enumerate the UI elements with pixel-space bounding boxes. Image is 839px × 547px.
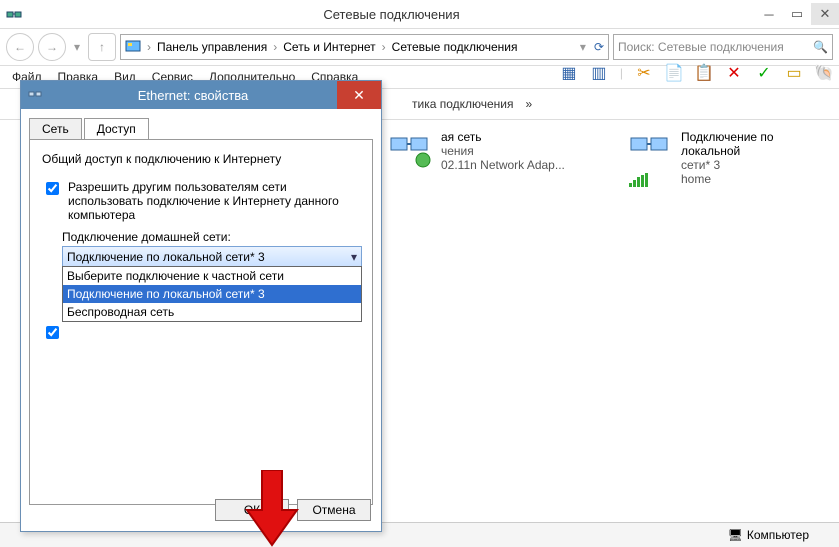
dialog-titlebar[interactable]: Ethernet: свойства ✕	[21, 81, 381, 109]
cut-icon[interactable]: ✂	[635, 64, 653, 82]
dialog-title: Ethernet: свойства	[49, 88, 337, 103]
view-icon[interactable]: ▥	[590, 64, 608, 82]
copy-icon[interactable]: 📄	[665, 64, 683, 82]
computer-icon: 🖥	[728, 528, 743, 542]
address-bar: ← → ▾ ↑ › Панель управления › Сеть и Инт…	[0, 29, 839, 66]
home-connection-combo[interactable]: Подключение по локальной сети* 3 ▾ Выбер…	[62, 246, 362, 268]
window-title: Сетевые подключения	[28, 7, 755, 22]
dialog-icon	[21, 88, 49, 102]
shell-icon[interactable]: 🐚	[815, 64, 833, 82]
combo-dropdown-list: Выберите подключение к частной сети Подк…	[62, 266, 362, 322]
combo-option[interactable]: Выберите подключение к частной сети	[63, 267, 361, 285]
network-icon	[389, 130, 433, 170]
secondary-checkbox[interactable]	[42, 324, 360, 342]
breadcrumb-dropdown[interactable]: ▾	[576, 34, 590, 60]
maximize-button[interactable]: ▭	[783, 3, 811, 25]
allow-sharing-checkbox[interactable]: Разрешить другим пользователям сети испо…	[42, 180, 360, 222]
section-heading: Общий доступ к подключению к Интернету	[42, 152, 360, 166]
control-panel-icon	[125, 38, 141, 57]
history-dropdown[interactable]: ▾	[70, 34, 84, 60]
connection-item[interactable]: Подключение по локальной сети* 3 home	[629, 130, 829, 490]
combo-option[interactable]: Беспроводная сеть	[63, 303, 361, 321]
close-button[interactable]: ✕	[811, 3, 839, 25]
minimize-button[interactable]: ─	[755, 3, 783, 25]
tab-network[interactable]: Сеть	[29, 118, 82, 140]
checkbox-input[interactable]	[46, 182, 59, 195]
more-commands[interactable]: »	[526, 97, 533, 111]
forward-button[interactable]: →	[38, 33, 66, 61]
dialog-close-button[interactable]: ✕	[337, 81, 381, 109]
home-connection-label: Подключение домашней сети:	[62, 230, 360, 244]
properties-icon[interactable]: ▭	[785, 64, 803, 82]
back-button[interactable]: ←	[6, 33, 34, 61]
network-icon	[629, 130, 673, 170]
paste-icon[interactable]: 📋	[695, 64, 713, 82]
cancel-button[interactable]: Отмена	[297, 499, 371, 521]
search-icon[interactable]: 🔍	[813, 40, 828, 54]
search-input[interactable]: Поиск: Сетевые подключения 🔍	[613, 34, 833, 60]
breadcrumb-seg[interactable]: Панель управления	[157, 40, 267, 54]
toolbar: ▦ ▥ | ✂ 📄 📋 ✕ ✓ ▭ 🐚	[560, 62, 833, 84]
tab-panel: Общий доступ к подключению к Интернету Р…	[29, 139, 373, 505]
combo-option[interactable]: Подключение по локальной сети* 3	[63, 285, 361, 303]
rename-icon[interactable]: ✓	[755, 64, 773, 82]
diagnose-link[interactable]: тика подключения	[412, 97, 514, 111]
window-titlebar: Сетевые подключения ─ ▭ ✕	[0, 0, 839, 29]
signal-icon	[629, 173, 648, 187]
chevron-down-icon[interactable]: ▾	[351, 250, 357, 264]
breadcrumb-seg[interactable]: Сетевые подключения	[392, 40, 518, 54]
search-placeholder: Поиск: Сетевые подключения	[618, 40, 809, 54]
properties-dialog: Ethernet: свойства ✕ Сеть Доступ Общий д…	[20, 80, 382, 532]
organize-icon[interactable]: ▦	[560, 64, 578, 82]
refresh-icon[interactable]: ⟳	[594, 40, 604, 54]
tab-access[interactable]: Доступ	[84, 118, 149, 140]
status-label: Компьютер	[747, 528, 809, 542]
up-button[interactable]: ↑	[88, 33, 116, 61]
connection-item[interactable]: ая сеть чения 02.11n Network Adap...	[389, 130, 589, 490]
checkbox-input[interactable]	[46, 326, 59, 339]
window-icon	[6, 6, 22, 22]
ok-button[interactable]: ОК	[215, 499, 289, 521]
breadcrumb[interactable]: › Панель управления › Сеть и Интернет › …	[120, 34, 609, 60]
delete-icon[interactable]: ✕	[725, 64, 743, 82]
breadcrumb-seg[interactable]: Сеть и Интернет	[283, 40, 375, 54]
